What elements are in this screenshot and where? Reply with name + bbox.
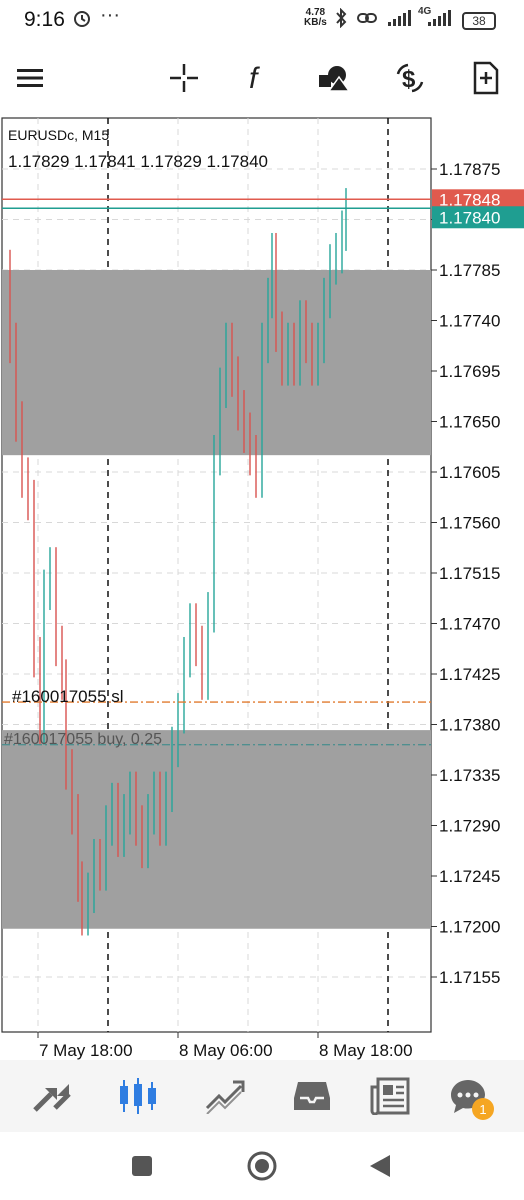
zone-rectangles xyxy=(2,270,431,929)
recents-icon[interactable] xyxy=(122,1146,162,1186)
bid-price-label: 1.17840 xyxy=(439,208,500,227)
network-speed: 4.78 KB/s xyxy=(304,8,327,28)
price-label: 1.17245 xyxy=(439,867,500,886)
new-order-icon[interactable] xyxy=(462,54,510,102)
bottom-navigation: 1 xyxy=(0,1060,524,1132)
price-chart[interactable]: 1.178751.178301.177851.177401.176951.176… xyxy=(0,116,524,1060)
back-icon[interactable] xyxy=(360,1146,400,1186)
time-label: 8 May 06:00 xyxy=(179,1041,273,1060)
link-icon xyxy=(356,8,378,33)
objects-icon[interactable] xyxy=(310,54,358,102)
symbols-icon[interactable]: $ xyxy=(386,54,434,102)
system-navigation xyxy=(0,1132,524,1200)
price-label: 1.17650 xyxy=(439,413,500,432)
supply-zone xyxy=(2,270,431,456)
svg-text:$: $ xyxy=(402,66,416,93)
battery-level: 38 xyxy=(462,12,496,30)
price-label: 1.17875 xyxy=(439,160,500,179)
buy-label: #160017055 buy, 0.25 xyxy=(4,731,162,748)
price-label: 1.17290 xyxy=(439,817,500,836)
price-label: 1.17740 xyxy=(439,312,500,331)
signal-icon xyxy=(386,8,412,33)
function-icon[interactable]: f xyxy=(234,54,282,102)
status-bar: 9:16 ··· 4.78 KB/s 4G 38 xyxy=(0,0,524,40)
home-icon[interactable] xyxy=(242,1146,282,1186)
price-label: 1.17515 xyxy=(439,564,500,583)
bluetooth-icon xyxy=(334,7,348,33)
time-axis: 7 May 18:00 8 May 06:00 8 May 18:00 xyxy=(37,1032,413,1060)
price-label: 1.17605 xyxy=(439,463,500,482)
news-icon[interactable] xyxy=(362,1070,418,1122)
status-time: 9:16 xyxy=(24,8,65,31)
price-label: 1.17335 xyxy=(439,766,500,785)
price-axis: 1.178751.178301.177851.177401.176951.176… xyxy=(431,160,524,987)
time-label: 8 May 18:00 xyxy=(319,1041,413,1060)
price-label: 1.17200 xyxy=(439,918,500,937)
sl-label: #160017055 sl xyxy=(12,687,124,706)
signal2-icon xyxy=(426,8,452,33)
price-label: 1.17380 xyxy=(439,716,500,735)
price-label: 1.17785 xyxy=(439,261,500,280)
price-label: 1.17425 xyxy=(439,665,500,684)
messages-icon[interactable]: 1 xyxy=(440,1070,496,1122)
battery-icon: 38 xyxy=(462,9,496,30)
chart-icon[interactable] xyxy=(110,1070,166,1122)
price-label: 1.17155 xyxy=(439,968,500,987)
price-label: 1.17695 xyxy=(439,362,500,381)
svg-text:f: f xyxy=(249,62,260,95)
speed-unit: KB/s xyxy=(304,17,327,28)
trade-icon[interactable] xyxy=(196,1070,252,1122)
chart-toolbar: f $ xyxy=(0,40,524,116)
history-icon[interactable] xyxy=(284,1070,340,1122)
quotes-icon[interactable] xyxy=(24,1070,80,1122)
price-label: 1.17560 xyxy=(439,514,500,533)
messages-badge: 1 xyxy=(472,1098,494,1120)
alarm-icon xyxy=(72,8,92,33)
time-label: 7 May 18:00 xyxy=(39,1041,133,1060)
price-label: 1.17470 xyxy=(439,615,500,634)
ohlc-readout: 1.17829 1.17841 1.17829 1.17840 xyxy=(8,152,268,171)
more-notifications-icon: ··· xyxy=(100,4,120,26)
menu-icon[interactable] xyxy=(6,54,54,102)
symbol-label: EURUSDc, M15 xyxy=(8,127,109,143)
chart-canvas[interactable]: 1.178751.178301.177851.177401.176951.176… xyxy=(0,116,524,1060)
crosshair-icon[interactable] xyxy=(160,54,208,102)
